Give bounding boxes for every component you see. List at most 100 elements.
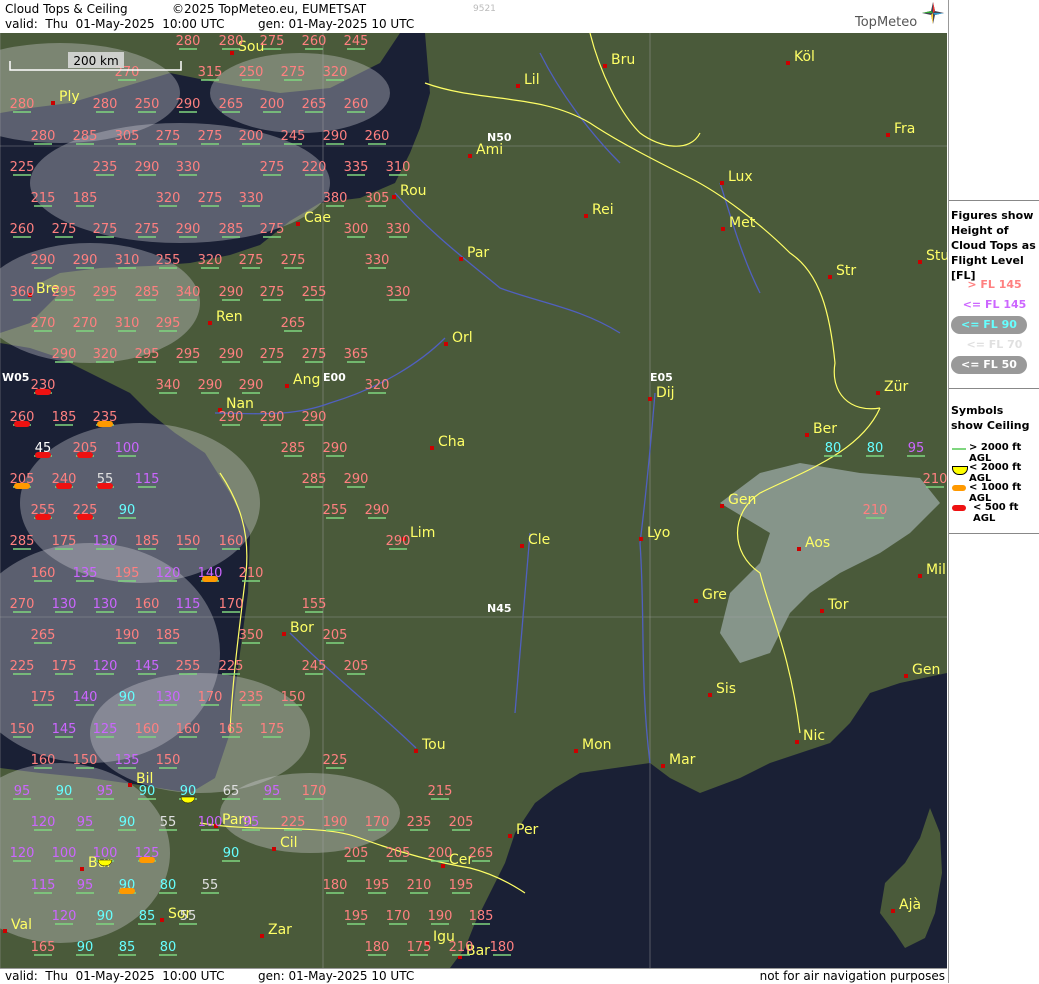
city-label: Fra xyxy=(894,121,915,137)
cloud-top-value: 145 xyxy=(135,659,160,674)
cloud-top-value: 275 xyxy=(260,285,285,300)
cloud-top-value: 225 xyxy=(219,659,244,674)
map-canvas[interactable]: N50N45W05 E00 E05 SouPlyLilBru KölAmiFraLux… xyxy=(0,33,947,968)
cloud-top-value: 80 xyxy=(867,441,884,456)
city-marker xyxy=(820,609,824,613)
cloud-top-value: 295 xyxy=(176,347,201,362)
city-marker xyxy=(282,632,286,636)
cloud-top-value: 190 xyxy=(323,815,348,830)
cloud-top-value: 285 xyxy=(135,285,160,300)
city-marker xyxy=(508,834,512,838)
legend-fl-item: <= FL 50 xyxy=(951,356,1027,374)
cloud-top-value: 175 xyxy=(52,659,77,674)
legend-symbol-label: < 2000 ft AGL xyxy=(969,462,1022,484)
city-marker xyxy=(520,544,524,548)
cloud-top-value: 100 xyxy=(52,846,77,861)
valid-time: valid: Thu 01-May-2025 10:00 UTC xyxy=(5,17,225,31)
ceiling-symbol-red xyxy=(56,483,72,489)
city-marker xyxy=(285,384,289,388)
city-marker xyxy=(603,64,607,68)
cloud-top-value: 270 xyxy=(31,316,56,331)
cloud-top-value: 320 xyxy=(156,191,181,206)
cloud-top-value: 120 xyxy=(10,846,35,861)
cloud-top-value: 130 xyxy=(156,690,181,705)
ceiling-symbol-orange xyxy=(97,421,113,427)
cloud-top-value: 200 xyxy=(239,129,264,144)
satellite-map[interactable]: N50 N45 W05 E00 E05 Sou Ply Lil Bru Köl Ami Fra Lux… xyxy=(0,33,947,968)
generation-time: gen: 01-May-2025 10 UTC xyxy=(258,17,415,31)
legend-symbol-label: < 1000 ft AGL xyxy=(969,482,1022,504)
city-label: Rou xyxy=(400,183,427,199)
compass-star-icon xyxy=(922,2,944,24)
cloud-top-value: 85 xyxy=(139,909,156,924)
city-marker xyxy=(208,321,212,325)
cloud-top-value: 175 xyxy=(52,534,77,549)
cloud-top-value: 320 xyxy=(365,378,390,393)
grid-label: E00 xyxy=(323,371,346,384)
cloud-top-value: 285 xyxy=(281,441,306,456)
cloud-top-value: 260 xyxy=(365,129,390,144)
legend-ceiling-green-icon xyxy=(952,448,966,450)
cloud-top-value: 175 xyxy=(407,940,432,955)
cloud-top-value: 290 xyxy=(176,222,201,237)
cloud-top-value: 130 xyxy=(52,597,77,612)
city-label: Orl xyxy=(452,330,473,346)
city-label: Dij xyxy=(656,385,675,401)
cloud-top-value: 265 xyxy=(302,97,327,112)
grid-label: N45 xyxy=(487,602,512,615)
cloud-top-value: 290 xyxy=(219,285,244,300)
city-marker xyxy=(468,154,472,158)
legend-fl-item: <= FL 90 xyxy=(951,316,1027,334)
city-marker xyxy=(786,61,790,65)
ceiling-symbol-red xyxy=(14,421,30,427)
cloud-top-value: 90 xyxy=(223,846,240,861)
city-marker xyxy=(392,195,396,199)
legend-symbols-title: Symbols show Ceiling xyxy=(951,404,1030,432)
copyright-text: ©2025 TopMeteo.eu, EUMETSAT xyxy=(172,2,367,16)
city-label: Per xyxy=(516,822,539,838)
cloud-top-value: 300 xyxy=(344,222,369,237)
legend-divider xyxy=(949,388,1039,389)
city-label: Zar xyxy=(268,922,292,938)
city-label: Nic xyxy=(803,728,825,744)
city-marker xyxy=(574,749,578,753)
cloud-top-value: 90 xyxy=(119,815,136,830)
cloud-top-value: 95 xyxy=(908,441,925,456)
cloud-top-value: 185 xyxy=(469,909,494,924)
cloud-top-value: 245 xyxy=(281,129,306,144)
cloud-top-value: 120 xyxy=(93,659,118,674)
cloud-top-value: 275 xyxy=(260,34,285,49)
city-marker xyxy=(516,84,520,88)
cloud-top-value: 310 xyxy=(115,253,140,268)
cloud-top-value: 260 xyxy=(302,34,327,49)
city-label: Rei xyxy=(592,202,614,218)
city-label: Par xyxy=(467,245,489,261)
city-label: Bor xyxy=(290,620,314,636)
ceiling-symbol-orange xyxy=(202,576,218,582)
cloud-top-value: 120 xyxy=(52,909,77,924)
cloud-top-value: 80 xyxy=(160,878,177,893)
cloud-top-value: 180 xyxy=(490,940,515,955)
cloud-top-value: 330 xyxy=(176,160,201,175)
cloud-top-value: 235 xyxy=(407,815,432,830)
city-marker xyxy=(459,257,463,261)
cloud-top-value: 255 xyxy=(302,285,327,300)
cloud-top-value: 95 xyxy=(243,815,260,830)
cloud-top-value: 245 xyxy=(302,659,327,674)
image-code: 9521 xyxy=(473,4,496,14)
cloud-top-value: 180 xyxy=(323,878,348,893)
cloud-top-value: 205 xyxy=(386,846,411,861)
cloud-top-value: 275 xyxy=(198,191,223,206)
cloud-top-value: 195 xyxy=(115,566,140,581)
city-marker xyxy=(639,537,643,541)
cloud-top-value: 260 xyxy=(10,222,35,237)
cloud-top-value: 225 xyxy=(10,160,35,175)
cloud-top-value: 115 xyxy=(176,597,201,612)
city-marker xyxy=(80,867,84,871)
city-marker xyxy=(876,391,880,395)
cloud-top-value: 130 xyxy=(93,597,118,612)
ceiling-symbol-orange xyxy=(139,857,155,863)
cloud-top-value: 330 xyxy=(386,222,411,237)
cloud-top-value: 275 xyxy=(302,347,327,362)
ceiling-symbol-orange xyxy=(119,888,135,894)
